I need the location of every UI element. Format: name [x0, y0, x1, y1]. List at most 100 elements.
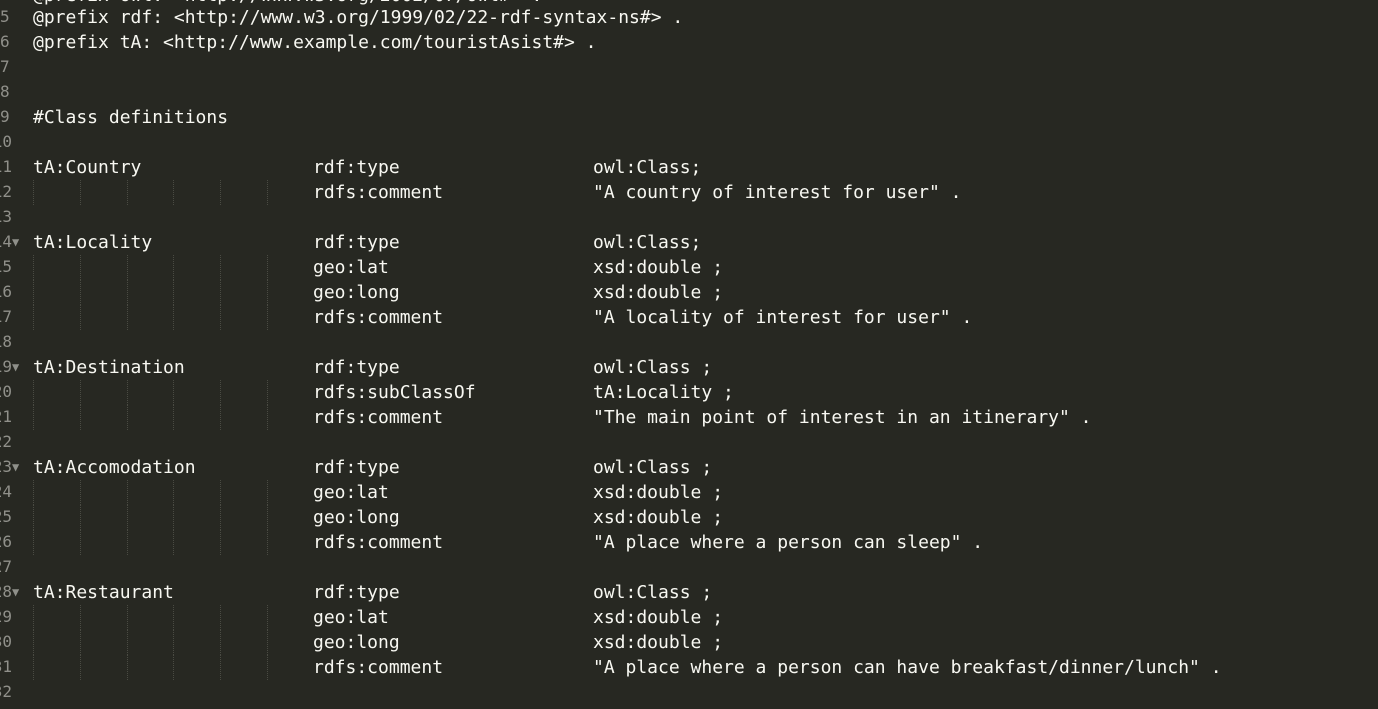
indent-guide: [173, 505, 174, 530]
code-line[interactable]: 21 rdfs:comment "The main point of interes…: [0, 405, 1378, 430]
indent-guide: [173, 305, 174, 330]
indent-guide: [80, 180, 81, 205]
code-line[interactable]: 22: [0, 430, 1378, 455]
indent-guide: [267, 405, 268, 430]
line-number: 15: [0, 257, 12, 276]
line-number: 20: [0, 382, 12, 401]
code-token-object: xsd:double ;: [593, 482, 724, 503]
indent-guide: [33, 305, 34, 330]
indent-guide: [127, 630, 128, 655]
indent-guide: [33, 180, 34, 205]
code-line[interactable]: 11 tA:Country rdf:type owl:Class;: [0, 155, 1378, 180]
indent-guide: [33, 605, 34, 630]
indent-guide: [220, 180, 221, 205]
code-token-object: "A country of interest for user" .: [593, 182, 962, 203]
indent-guide: [267, 380, 268, 405]
code-editor[interactable]: @prefix owl: <http://www.w3.org/2002/07/…: [0, 0, 1378, 709]
fold-arrow-icon[interactable]: ▼: [12, 232, 26, 252]
code-line[interactable]: 20 rdfs:subClassOf tA:Locality ;: [0, 380, 1378, 405]
line-number: 21: [0, 407, 12, 426]
code-token-object: "A place where a person can have breakfa…: [593, 657, 1222, 678]
code-line[interactable]: 10: [0, 130, 1378, 155]
line-number: 24: [0, 482, 12, 501]
code-line[interactable]: 9 #Class definitions: [0, 105, 1378, 130]
code-token-predicate: rdfs:subClassOf: [313, 382, 476, 403]
code-line[interactable]: 5 @prefix rdf: <http://www.w3.org/1999/02…: [0, 5, 1378, 30]
code-line[interactable]: 17 rdfs:comment "A locality of interest fo…: [0, 305, 1378, 330]
code-line[interactable]: 13: [0, 205, 1378, 230]
code-line[interactable]: 12 rdfs:comment "A country of interest for…: [0, 180, 1378, 205]
code-line[interactable]: 16 geo:long xsd:double ;: [0, 280, 1378, 305]
code-token-object: xsd:double ;: [593, 257, 724, 278]
code-token-predicate: geo:long: [313, 632, 400, 653]
line-number: 22: [0, 432, 12, 451]
code-line[interactable]: 6 @prefix tA: <http://www.example.com/tou…: [0, 30, 1378, 55]
line-number: 29: [0, 607, 12, 626]
code-line[interactable]: 28▼ tA:Restaurant rdf:type owl:Class ;: [0, 580, 1378, 605]
line-number: 12: [0, 182, 12, 201]
fold-arrow-icon[interactable]: ▼: [12, 357, 26, 377]
code-line[interactable]: 26 rdfs:comment "A place where a person ca…: [0, 530, 1378, 555]
indent-guide: [33, 655, 34, 680]
indent-guide: [220, 305, 221, 330]
code-token-object: owl:Class ;: [593, 582, 713, 603]
code-token-predicate: geo:lat: [313, 482, 389, 503]
fold-arrow-icon[interactable]: ▼: [12, 457, 26, 477]
indent-guide: [127, 530, 128, 555]
indent-guide: [220, 480, 221, 505]
code-token-object: xsd:double ;: [593, 632, 724, 653]
indent-guide: [127, 505, 128, 530]
code-line[interactable]: 7: [0, 55, 1378, 80]
code-token-subject: tA:Destination: [33, 357, 185, 378]
line-number: 11: [0, 157, 12, 176]
indent-guide: [33, 405, 34, 430]
line-number: 28: [0, 582, 12, 601]
code-token-object: tA:Locality ;: [593, 382, 734, 403]
indent-guide: [33, 505, 34, 530]
line-number: 5: [0, 7, 10, 26]
line-number: 6: [0, 32, 10, 51]
indent-guide: [267, 505, 268, 530]
line-number: 19: [0, 357, 12, 376]
code-line[interactable]: 23▼ tA:Accomodation rdf:type owl:Class ;: [0, 455, 1378, 480]
indent-guide: [80, 605, 81, 630]
code-line[interactable]: 30 geo:long xsd:double ;: [0, 630, 1378, 655]
code-line[interactable]: 8: [0, 80, 1378, 105]
code-token-object: "A place where a person can sleep" .: [593, 532, 984, 553]
indent-guide: [80, 630, 81, 655]
line-number: 18: [0, 332, 12, 351]
code-line[interactable]: 15 geo:lat xsd:double ;: [0, 255, 1378, 280]
indent-guide: [127, 380, 128, 405]
indent-guide: [127, 255, 128, 280]
line-number: 23: [0, 457, 12, 476]
indent-guide: [127, 305, 128, 330]
code-line[interactable]: 19▼ tA:Destination rdf:type owl:Class ;: [0, 355, 1378, 380]
code-line[interactable]: 29 geo:lat xsd:double ;: [0, 605, 1378, 630]
indent-guide: [80, 655, 81, 680]
indent-guide: [267, 480, 268, 505]
code-line[interactable]: 31 rdfs:comment "A place where a person ca…: [0, 655, 1378, 680]
code-line[interactable]: 24 geo:lat xsd:double ;: [0, 480, 1378, 505]
code-token-object: "The main point of interest in an itiner…: [593, 407, 1092, 428]
code-line[interactable]: 32: [0, 680, 1378, 705]
indent-guide: [173, 655, 174, 680]
indent-guide: [220, 380, 221, 405]
indent-guide: [267, 605, 268, 630]
indent-guide: [220, 655, 221, 680]
fold-arrow-icon[interactable]: ▼: [12, 582, 26, 602]
code-token-subject: #Class definitions: [33, 107, 229, 128]
code-line[interactable]: 27: [0, 555, 1378, 580]
line-number: 32: [0, 682, 12, 701]
indent-guide: [80, 280, 81, 305]
indent-guide: [33, 480, 34, 505]
indent-guide: [173, 530, 174, 555]
line-number: 17: [0, 307, 12, 326]
indent-guide: [127, 180, 128, 205]
code-token-predicate: geo:lat: [313, 257, 389, 278]
code-line[interactable]: 14▼ tA:Locality rdf:type owl:Class;: [0, 230, 1378, 255]
indent-guide: [33, 255, 34, 280]
indent-guide: [267, 255, 268, 280]
code-line[interactable]: 25 geo:long xsd:double ;: [0, 505, 1378, 530]
code-token-object: owl:Class ;: [593, 357, 713, 378]
code-line[interactable]: 18: [0, 330, 1378, 355]
